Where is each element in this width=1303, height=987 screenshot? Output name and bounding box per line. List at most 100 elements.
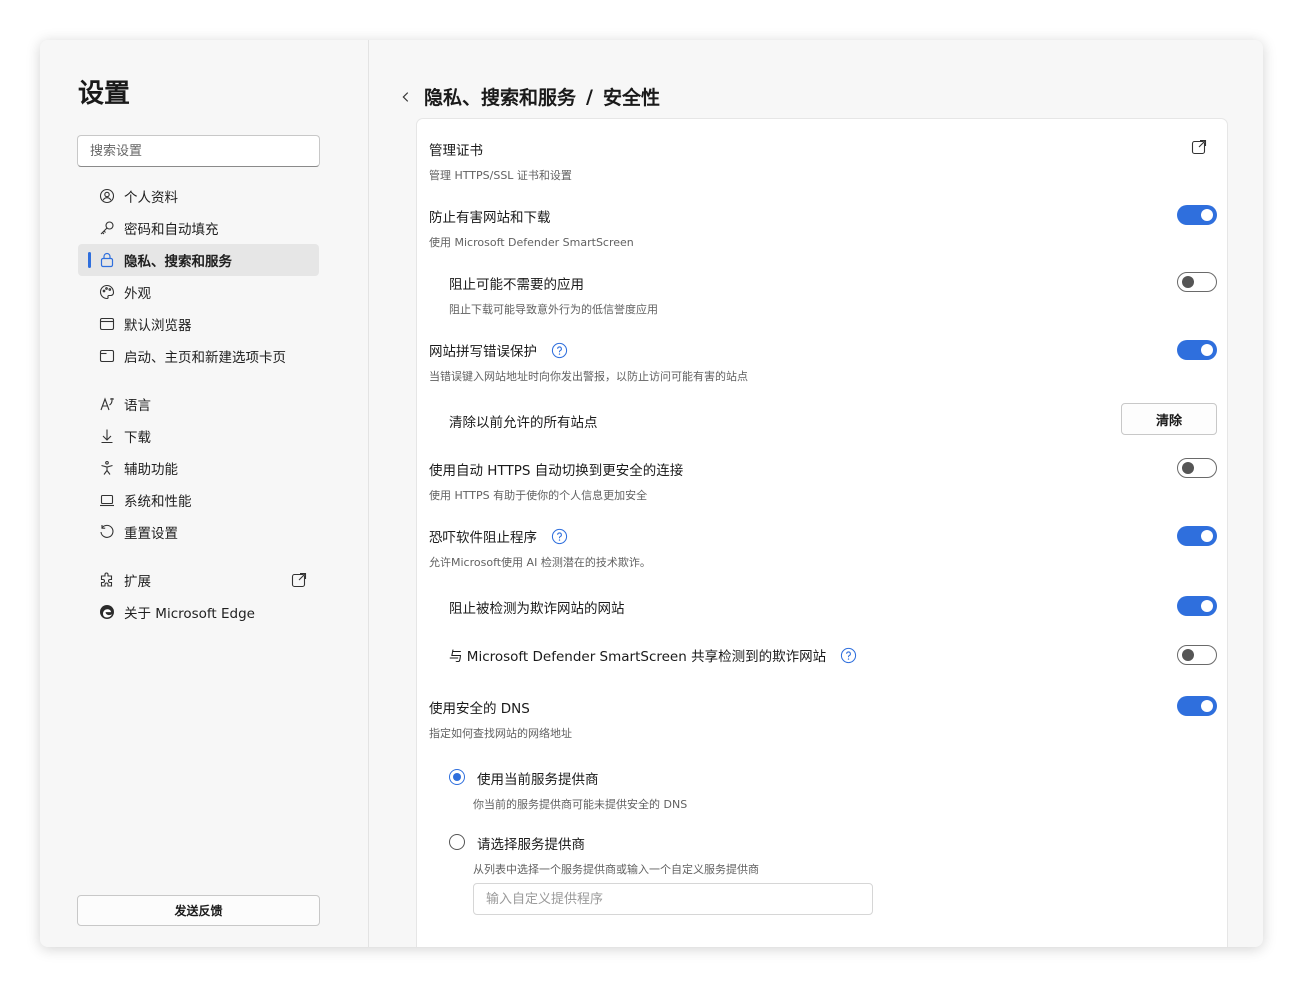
nav-divider [78, 372, 319, 388]
setting-title-wrap: 恐吓软件阻止程序 [429, 526, 1217, 546]
share-smartscreen-toggle[interactable] [1177, 645, 1217, 665]
help-icon[interactable] [551, 342, 568, 359]
language-icon [98, 395, 116, 413]
palette-icon [98, 283, 116, 301]
external-link-icon[interactable] [1191, 139, 1209, 157]
setting-title: 防止有害网站和下载 [429, 210, 551, 226]
sidebar-item-label: 启动、主页和新建选项卡页 [124, 350, 286, 366]
browser-icon [98, 315, 116, 333]
profile-icon [98, 187, 116, 205]
custom-dns-provider-input[interactable] [473, 883, 873, 915]
sidebar-item-privacy[interactable]: 隐私、搜索和服务 [78, 244, 319, 276]
back-button[interactable] [398, 89, 414, 105]
dns-option-current-provider[interactable]: 使用当前服务提供商 你当前的服务提供商可能未提供安全的 DNS [449, 768, 1049, 812]
reset-icon [98, 523, 116, 541]
sidebar-item-label: 语言 [124, 398, 151, 414]
scareware-toggle[interactable] [1177, 526, 1217, 546]
breadcrumb-parent[interactable]: 隐私、搜索和服务 [424, 83, 576, 110]
setting-title: 恐吓软件阻止程序 [429, 530, 537, 546]
setting-title: 管理证书 [429, 143, 483, 159]
sidebar-item-label: 重置设置 [124, 526, 178, 542]
setting-title-wrap: 与 Microsoft Defender SmartScreen 共享检测到的欺… [449, 645, 1217, 665]
setting-title: 阻止可能不需要的应用 [449, 277, 584, 293]
sidebar-item-passwords[interactable]: 密码和自动填充 [78, 212, 319, 244]
setting-title: 使用自动 HTTPS 自动切换到更安全的连接 [429, 463, 684, 479]
sidebar-item-downloads[interactable]: 下载 [78, 420, 319, 452]
setting-smartscreen: 防止有害网站和下载 使用 Microsoft Defender SmartScr… [429, 205, 1217, 250]
sidebar-item-profile[interactable]: 个人资料 [78, 180, 319, 212]
download-icon [98, 427, 116, 445]
sidebar-nav: 个人资料 密码和自动填充 隐私、搜索和服务 外观 默认浏览器 启动、主页和新建选… [78, 180, 319, 628]
option-title: 请选择服务提供商 [477, 837, 585, 853]
help-icon[interactable] [551, 528, 568, 545]
setting-secure-dns: 使用安全的 DNS 指定如何查找网站的网络地址 [429, 696, 1217, 741]
security-card: 管理证书 管理 HTTPS/SSL 证书和设置 防止有害网站和下载 使用 Mic… [416, 118, 1228, 947]
sidebar-item-label: 系统和性能 [124, 494, 192, 510]
setting-description: 阻止下载可能导致意外行为的低信誉度应用 [449, 303, 658, 316]
main-content: 隐私、搜索和服务 / 安全性 管理证书 管理 HTTPS/SSL 证书和设置 防… [370, 40, 1263, 947]
sidebar-item-label: 隐私、搜索和服务 [124, 254, 232, 270]
sidebar-item-label: 外观 [124, 286, 151, 302]
search-input[interactable] [77, 135, 320, 167]
sidebar-item-default-browser[interactable]: 默认浏览器 [78, 308, 319, 340]
setting-title-wrap: 网站拼写错误保护 [429, 340, 1217, 360]
setting-title: 阻止被检测为欺诈网站的网站 [449, 601, 625, 617]
setting-scareware-blocker: 恐吓软件阻止程序 允许Microsoft使用 AI 检测潜在的技术欺诈。 [429, 526, 1217, 570]
radio-choose-provider[interactable] [449, 834, 465, 850]
option-description: 从列表中选择一个服务提供商或输入一个自定义服务提供商 [473, 863, 759, 876]
nav-divider [78, 548, 319, 564]
setting-title: 使用安全的 DNS [429, 701, 530, 717]
option-title: 使用当前服务提供商 [477, 772, 599, 788]
settings-window: 设置 个人资料 密码和自动填充 隐私、搜索和服务 [40, 40, 1263, 947]
setting-auto-https: 使用自动 HTTPS 自动切换到更安全的连接 使用 HTTPS 有助于使你的个人… [429, 458, 1217, 503]
page-title: 安全性 [602, 87, 660, 109]
setting-manage-certificates[interactable]: 管理证书 管理 HTTPS/SSL 证书和设置 [429, 139, 1217, 183]
setting-block-pua: 阻止可能不需要的应用 阻止下载可能导致意外行为的低信誉度应用 [449, 272, 1217, 317]
setting-share-smartscreen: 与 Microsoft Defender SmartScreen 共享检测到的欺… [449, 645, 1217, 665]
setting-description: 使用 Microsoft Defender SmartScreen [429, 236, 634, 249]
block-scam-toggle[interactable] [1177, 596, 1217, 616]
chevron-left-icon [402, 91, 409, 102]
sidebar-item-language[interactable]: 语言 [78, 388, 319, 420]
sidebar-item-about[interactable]: 关于 Microsoft Edge [78, 596, 319, 628]
key-icon [98, 219, 116, 237]
setting-title: 网站拼写错误保护 [429, 344, 537, 360]
option-description: 你当前的服务提供商可能未提供安全的 DNS [473, 798, 688, 811]
window-icon [98, 347, 116, 365]
setting-typo-protection: 网站拼写错误保护 当错误键入网站地址时向你发出警报，以防止访问可能有害的站点 [429, 340, 1217, 384]
laptop-icon [98, 491, 116, 509]
sidebar-item-startup[interactable]: 启动、主页和新建选项卡页 [78, 340, 319, 372]
dns-option-choose-provider[interactable]: 请选择服务提供商 从列表中选择一个服务提供商或输入一个自定义服务提供商 [449, 833, 1049, 877]
sidebar-item-appearance[interactable]: 外观 [78, 276, 319, 308]
setting-clear-allowed-sites: 清除以前允许的所有站点 清除 [449, 403, 1217, 435]
sidebar-item-extensions[interactable]: 扩展 [78, 564, 319, 596]
sidebar-item-label: 密码和自动填充 [124, 222, 219, 238]
setting-block-scam-sites: 阻止被检测为欺诈网站的网站 [449, 596, 1217, 617]
block-pua-toggle[interactable] [1177, 272, 1217, 292]
sidebar-item-label: 辅助功能 [124, 462, 178, 478]
secure-dns-toggle[interactable] [1177, 696, 1217, 716]
setting-title: 与 Microsoft Defender SmartScreen 共享检测到的欺… [449, 649, 827, 665]
sidebar-item-accessibility[interactable]: 辅助功能 [78, 452, 319, 484]
help-icon[interactable] [840, 647, 857, 664]
setting-description: 当错误键入网站地址时向你发出警报，以防止访问可能有害的站点 [429, 370, 748, 383]
accessibility-icon [98, 459, 116, 477]
lock-icon [98, 251, 116, 269]
puzzle-icon [98, 571, 116, 589]
setting-description: 使用 HTTPS 有助于使你的个人信息更加安全 [429, 489, 648, 502]
typo-protection-toggle[interactable] [1177, 340, 1217, 360]
sidebar-item-label: 扩展 [124, 574, 151, 590]
setting-title: 清除以前允许的所有站点 [449, 415, 598, 431]
clear-button[interactable]: 清除 [1121, 403, 1217, 435]
page-header: 隐私、搜索和服务 / 安全性 [398, 83, 660, 110]
setting-description: 指定如何查找网站的网络地址 [429, 727, 572, 740]
sidebar-item-label: 默认浏览器 [124, 318, 192, 334]
auto-https-toggle[interactable] [1177, 458, 1217, 478]
smartscreen-toggle[interactable] [1177, 205, 1217, 225]
send-feedback-button[interactable]: 发送反馈 [77, 895, 320, 926]
edge-logo-icon [98, 603, 116, 621]
radio-current-provider[interactable] [449, 769, 465, 785]
sidebar-item-system[interactable]: 系统和性能 [78, 484, 319, 516]
sidebar-item-reset[interactable]: 重置设置 [78, 516, 319, 548]
external-link-icon [291, 572, 307, 588]
